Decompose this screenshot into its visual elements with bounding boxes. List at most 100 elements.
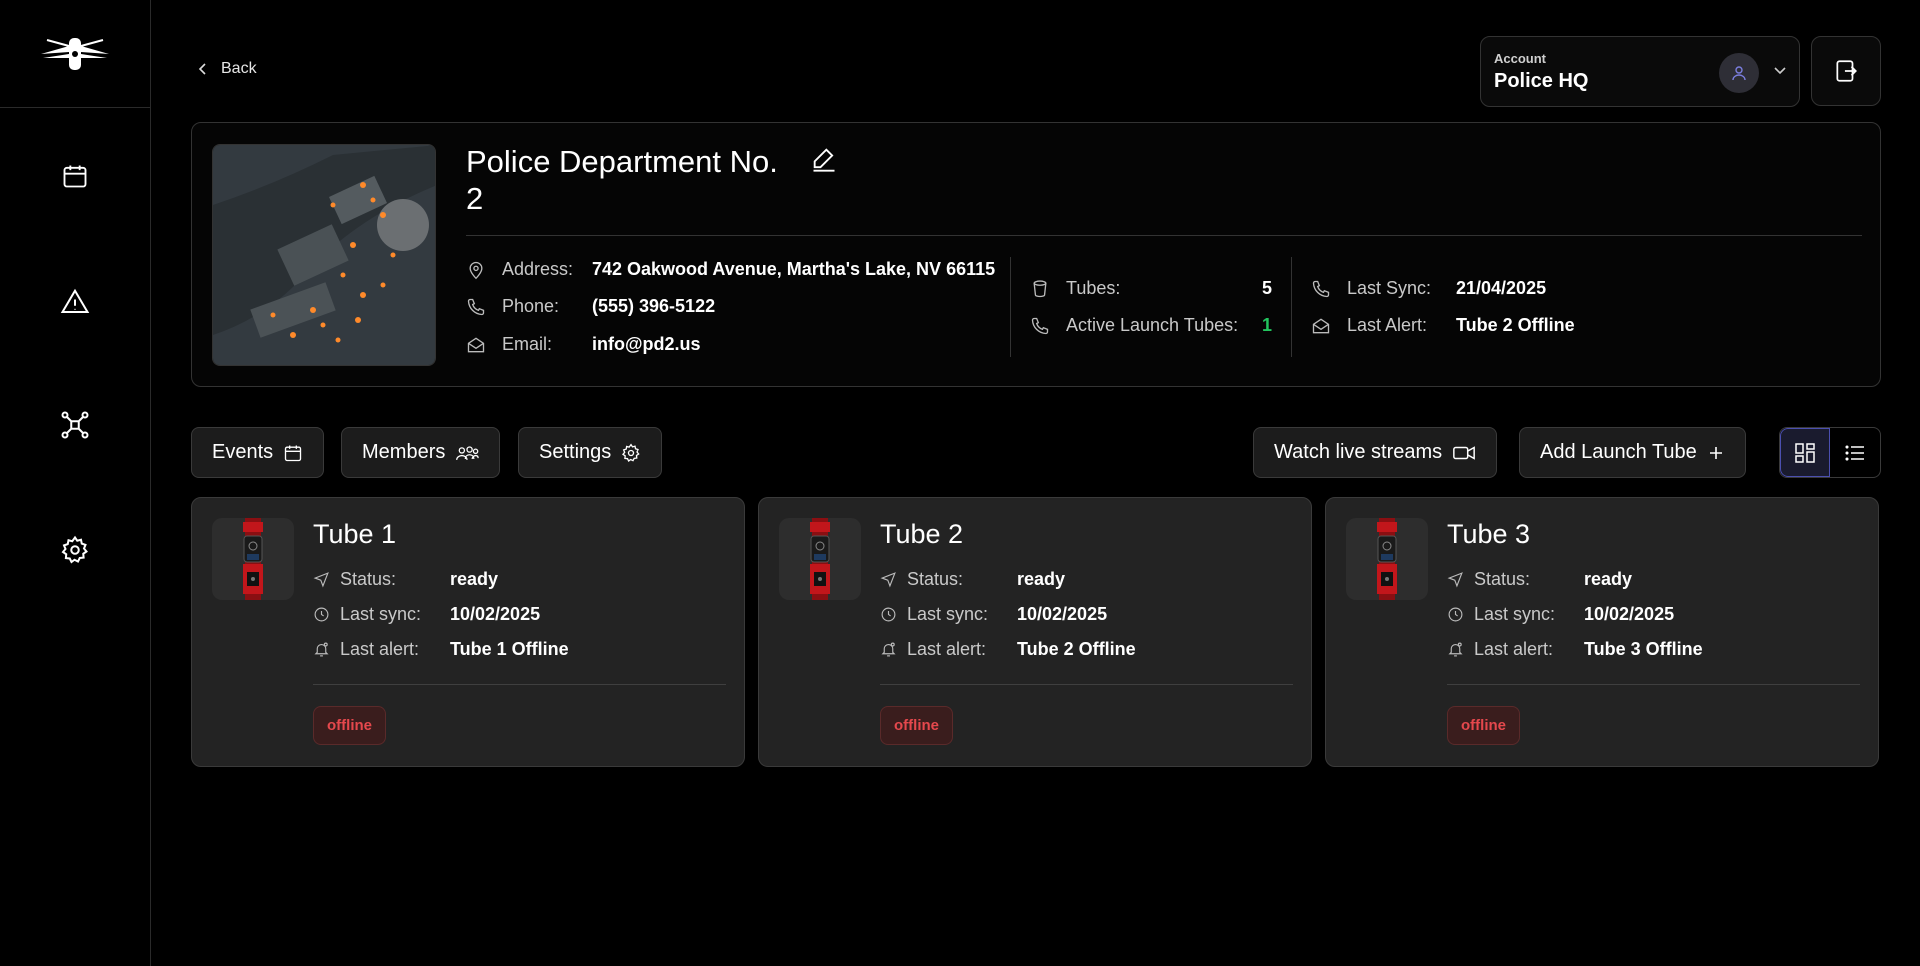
back-label: Back — [221, 60, 257, 77]
tab-events-label: Events — [212, 441, 274, 463]
last-sync-row: Last sync: 10/02/2025 — [313, 604, 540, 625]
grid-icon — [1795, 442, 1815, 463]
last-sync-row: Last sync: 10/02/2025 — [880, 604, 1107, 625]
tab-members[interactable]: Members — [341, 427, 501, 478]
last-alert-row: Last alert: Tube 3 Offline — [1447, 639, 1703, 660]
status-label: Status: — [1474, 569, 1531, 589]
last-sync-value: 10/02/2025 — [450, 604, 541, 624]
edit-button[interactable] — [810, 145, 838, 173]
tab-members-label: Members — [362, 441, 446, 463]
email-label: Email: — [502, 334, 553, 354]
divider — [880, 684, 1293, 685]
phone-icon — [1312, 280, 1330, 297]
account-selector[interactable]: Account Police HQ — [1480, 36, 1800, 107]
add-launch-tube-button[interactable]: Add Launch Tube — [1519, 427, 1746, 478]
last-alert-value: Tube 2 Offline — [1456, 315, 1575, 335]
last-sync-label: Last sync: — [1474, 604, 1556, 624]
status-label: Status: — [907, 569, 964, 589]
department-title: Police Department No. 2 — [466, 144, 778, 216]
nav-drones[interactable] — [51, 401, 99, 449]
sidebar — [0, 0, 151, 966]
account-label: Account — [1494, 51, 1546, 66]
bell-icon — [1448, 642, 1463, 657]
add-launch-tube-label: Add Launch Tube — [1540, 441, 1697, 463]
tube-name: Tube 2 — [880, 519, 964, 549]
gear-icon — [61, 535, 88, 564]
last-sync-label: Last Sync: — [1347, 278, 1432, 298]
plus-icon — [1709, 446, 1722, 459]
last-alert-row: Last Alert: Tube 2 Offline — [1311, 315, 1575, 336]
logo[interactable] — [0, 0, 150, 108]
warning-icon — [60, 288, 90, 313]
tube-name: Tube 1 — [313, 519, 397, 549]
status-row: Status: ready — [880, 569, 1065, 590]
watch-live-streams-button[interactable]: Watch live streams — [1253, 427, 1498, 478]
navigation-arrow-icon — [1447, 572, 1463, 588]
phone-icon — [1031, 317, 1049, 334]
list-icon — [1845, 444, 1864, 461]
mail-icon — [1312, 318, 1330, 333]
list-view-button[interactable] — [1830, 428, 1880, 477]
account-value: Police HQ — [1494, 70, 1589, 92]
status-value: ready — [1017, 569, 1066, 589]
last-sync-value: 10/02/2025 — [1017, 604, 1108, 624]
launch-tube-image — [810, 518, 830, 600]
drone-logo-icon — [41, 37, 109, 70]
location-pin-icon — [469, 261, 483, 279]
department-card: Police Department No. 2 Address: 742 Oak… — [191, 122, 1881, 387]
logout-button[interactable] — [1811, 36, 1881, 106]
status-row: Status: ready — [1447, 569, 1632, 590]
last-alert-label: Last Alert: — [1347, 315, 1428, 335]
nav-settings[interactable] — [51, 526, 99, 574]
chevron-down-icon — [1774, 67, 1786, 75]
last-alert-row: Last alert: Tube 2 Offline — [880, 639, 1136, 660]
nav-calendar[interactable] — [51, 152, 99, 200]
back-link[interactable]: Back — [197, 60, 257, 78]
tab-settings[interactable]: Settings — [518, 427, 663, 478]
status-label: Status: — [340, 569, 397, 589]
last-sync-label: Last sync: — [340, 604, 422, 624]
grid-view-button[interactable] — [1780, 428, 1830, 477]
clock-icon — [1448, 607, 1463, 622]
last-sync-row: Last Sync: 21/04/2025 — [1311, 278, 1546, 299]
divider — [466, 235, 1862, 236]
drone-icon — [61, 411, 89, 439]
gear-icon — [622, 443, 640, 462]
active-tubes-row: Active Launch Tubes: 1 — [1030, 315, 1272, 336]
status-badge: offline — [313, 706, 386, 745]
last-alert-label: Last alert: — [907, 639, 987, 659]
tube-card[interactable]: Tube 1 Status: ready Last sync: 10/02/20… — [191, 497, 745, 767]
last-alert-value: Tube 1 Offline — [450, 639, 569, 659]
tube-name: Tube 3 — [1447, 519, 1531, 549]
user-icon — [1732, 66, 1746, 81]
last-sync-row: Last sync: 10/02/2025 — [1447, 604, 1674, 625]
last-alert-value: Tube 3 Offline — [1584, 639, 1703, 659]
phone-icon — [467, 298, 485, 315]
tube-card[interactable]: Tube 3 Status: ready Last sync: 10/02/20… — [1325, 497, 1879, 767]
calendar-icon — [284, 445, 302, 461]
nav-alerts[interactable] — [51, 278, 99, 326]
status-value: ready — [1584, 569, 1633, 589]
status-badge: offline — [1447, 706, 1520, 745]
phone-value: (555) 396-5122 — [592, 296, 716, 316]
navigation-arrow-icon — [880, 572, 896, 588]
last-sync-label: Last sync: — [907, 604, 989, 624]
navigation-arrow-icon — [313, 572, 329, 588]
bell-icon — [881, 642, 896, 657]
tube-thumbnail — [779, 518, 861, 600]
tubes-row: Tubes: 5 — [1030, 278, 1272, 299]
tab-settings-label: Settings — [539, 441, 612, 463]
address-value: 742 Oakwood Avenue, Martha's Lake, NV 66… — [592, 259, 996, 279]
bell-icon — [314, 642, 329, 657]
launch-tube-image — [243, 518, 263, 600]
tubes-label: Tubes: — [1066, 278, 1121, 298]
address-row: Address: 742 Oakwood Avenue, Martha's La… — [466, 259, 995, 280]
tube-card[interactable]: Tube 2 Status: ready Last sync: 10/02/20… — [758, 497, 1312, 767]
members-icon — [456, 445, 480, 460]
last-alert-value: Tube 2 Offline — [1017, 639, 1136, 659]
divider — [1010, 257, 1011, 357]
view-toggle — [1779, 427, 1881, 478]
tab-events[interactable]: Events — [191, 427, 325, 478]
divider — [1291, 257, 1292, 357]
email-value: info@pd2.us — [592, 334, 701, 354]
